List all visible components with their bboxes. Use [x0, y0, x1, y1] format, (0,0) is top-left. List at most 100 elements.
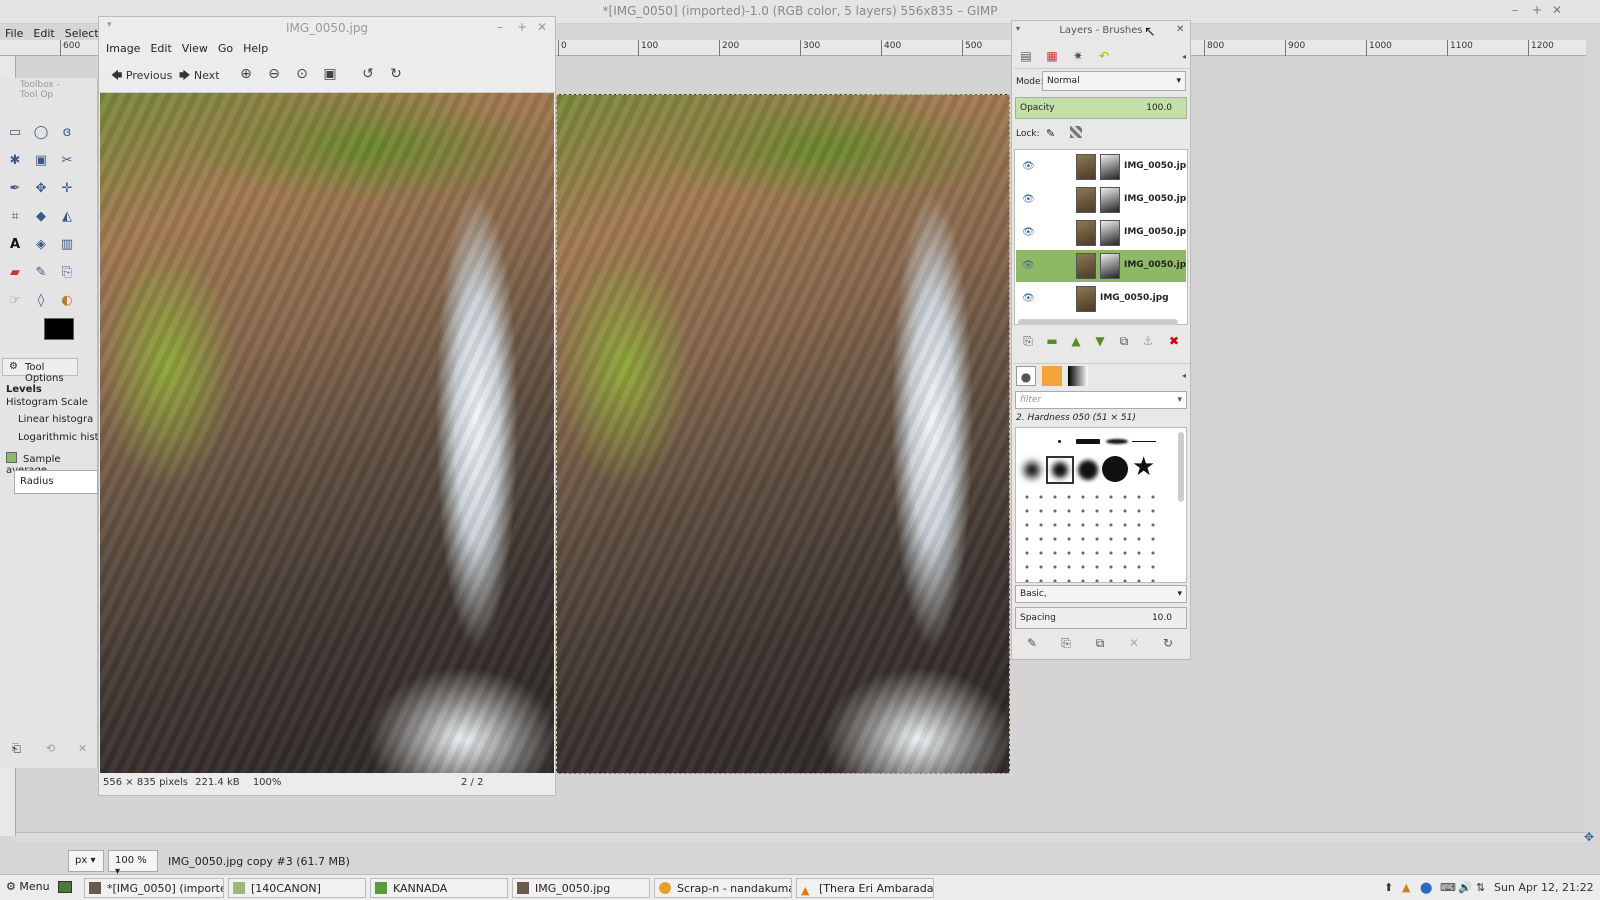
- layer-thumbnail[interactable]: [1076, 187, 1096, 213]
- move-icon[interactable]: ✥: [30, 178, 52, 200]
- tab-menu-icon[interactable]: ◂: [1174, 47, 1194, 67]
- scissors-icon[interactable]: ✂: [56, 150, 78, 172]
- undo-history-tab-icon[interactable]: ↶: [1094, 46, 1114, 66]
- save-options-icon[interactable]: ⎗: [12, 742, 21, 756]
- raise-layer-icon[interactable]: ▲: [1066, 331, 1086, 351]
- canvas-image[interactable]: [556, 94, 1010, 774]
- rotate-icon[interactable]: ◆: [30, 206, 52, 228]
- visibility-eye-icon[interactable]: 👁: [1022, 293, 1035, 304]
- menu-edit[interactable]: Edit: [145, 39, 176, 58]
- menu-go[interactable]: Go: [213, 39, 238, 58]
- terminal-launcher-icon[interactable]: [58, 881, 72, 893]
- new-layer-icon[interactable]: ⎘: [1018, 331, 1038, 351]
- airbrush-icon[interactable]: ✎: [30, 262, 52, 284]
- close-icon[interactable]: ✕: [1552, 3, 1562, 17]
- delete-layer-icon[interactable]: ✖: [1164, 331, 1184, 351]
- brush-item[interactable]: [1076, 439, 1100, 444]
- clock[interactable]: Sun Apr 12, 21:22: [1494, 881, 1594, 894]
- color-select-icon[interactable]: ▣: [30, 150, 52, 172]
- brush-tag-select[interactable]: Basic, ▾: [1015, 585, 1187, 603]
- close-icon[interactable]: ✕: [1176, 24, 1184, 35]
- layer-mask-thumbnail[interactable]: [1100, 154, 1120, 180]
- brush-grid-scrollbar[interactable]: [1178, 432, 1184, 502]
- vlc-tray-icon[interactable]: ▲: [1402, 881, 1410, 894]
- visibility-eye-icon[interactable]: 👁: [1022, 227, 1035, 238]
- duplicate-brush-icon[interactable]: ⧉: [1090, 633, 1110, 653]
- patterns-tab-icon[interactable]: [1042, 366, 1062, 386]
- lower-layer-icon[interactable]: ▼: [1090, 331, 1110, 351]
- maximize-icon[interactable]: +: [1532, 3, 1542, 17]
- new-brush-icon[interactable]: ⎘: [1056, 633, 1076, 653]
- mode-select[interactable]: Normal ▾: [1042, 71, 1186, 91]
- opacity-slider[interactable]: Opacity 100.0: [1015, 97, 1187, 119]
- task-img-viewer[interactable]: IMG_0050.jpg: [512, 878, 650, 898]
- ellipse-select-icon[interactable]: ◯: [30, 122, 52, 144]
- edit-brush-icon[interactable]: ✎: [1022, 633, 1042, 653]
- zoom-normal-icon[interactable]: ⊙: [293, 65, 311, 83]
- menu-image[interactable]: Image: [101, 39, 145, 58]
- text-tool-icon[interactable]: A: [4, 234, 26, 256]
- zoom-out-icon[interactable]: ⊖: [265, 65, 283, 83]
- brush-item[interactable]: [1132, 441, 1156, 442]
- layer-thumbnail[interactable]: [1076, 253, 1096, 279]
- clone-icon[interactable]: ⎘: [56, 262, 78, 284]
- eraser-icon[interactable]: ▰: [4, 262, 26, 284]
- crop-icon[interactable]: ⌗: [4, 206, 26, 228]
- lock-alpha-icon[interactable]: [1070, 126, 1082, 138]
- horizontal-ruler-left[interactable]: 600: [0, 40, 100, 56]
- new-layer-group-icon[interactable]: ▬: [1042, 331, 1062, 351]
- window-menu-icon[interactable]: ▾: [107, 20, 112, 30]
- brush-item[interactable]: [1102, 456, 1128, 482]
- dodge-icon[interactable]: ◐: [56, 290, 78, 312]
- rect-select-icon[interactable]: ▭: [4, 122, 26, 144]
- duplicate-layer-icon[interactable]: ⧉: [1114, 331, 1134, 351]
- keyboard-icon[interactable]: ⌨: [1440, 881, 1456, 894]
- layer-mask-thumbnail[interactable]: [1100, 187, 1120, 213]
- minimize-icon[interactable]: –: [1512, 3, 1518, 17]
- tab-tool-options[interactable]: ⚙ Tool Options: [2, 358, 78, 384]
- brush-item[interactable]: [1058, 440, 1061, 443]
- restore-options-icon[interactable]: ⟲: [46, 742, 55, 755]
- zoom-fit-icon[interactable]: ▣: [321, 65, 339, 83]
- gradients-tab-icon[interactable]: [1068, 366, 1088, 386]
- layer-thumbnail[interactable]: [1076, 220, 1096, 246]
- lock-pixels-icon[interactable]: ✎: [1046, 127, 1055, 140]
- logarithmic-histogram-radio[interactable]: ○Logarithmic hist: [18, 432, 98, 443]
- star-brush-icon[interactable]: ★: [1132, 452, 1155, 482]
- brushes-tab-icon[interactable]: ●: [1016, 366, 1036, 386]
- task-kannada[interactable]: KANNADA: [370, 878, 508, 898]
- brush-item[interactable]: [1106, 439, 1128, 444]
- layer-thumbnail[interactable]: [1076, 154, 1096, 180]
- layer-row[interactable]: 👁 IMG_0050.jpg co: [1016, 151, 1186, 183]
- brush-filter-input[interactable]: filter ▾: [1015, 391, 1187, 409]
- volume-icon[interactable]: 🔊: [1458, 881, 1472, 894]
- layer-row[interactable]: 👁 IMG_0050.jpg co: [1016, 217, 1186, 249]
- horizontal-scrollbar[interactable]: [16, 832, 1586, 842]
- paths-icon[interactable]: ✒: [4, 178, 26, 200]
- close-icon[interactable]: ✕: [537, 20, 547, 34]
- zoom-in-icon[interactable]: ⊕: [237, 65, 255, 83]
- dock-menu-icon[interactable]: ▾: [1016, 24, 1020, 33]
- delete-options-icon[interactable]: ✕: [78, 742, 87, 755]
- rotate-left-icon[interactable]: ↺: [359, 65, 377, 83]
- brush-grid[interactable]: ★: [1015, 427, 1187, 583]
- rotate-right-icon[interactable]: ↻: [387, 65, 405, 83]
- radius-field[interactable]: Radius: [14, 470, 98, 494]
- blur-icon[interactable]: ◊: [30, 290, 52, 312]
- refresh-brushes-icon[interactable]: ↻: [1158, 633, 1178, 653]
- unit-select[interactable]: px ▾: [68, 850, 104, 872]
- visibility-eye-icon[interactable]: 👁: [1022, 194, 1035, 205]
- channels-tab-icon[interactable]: ▦: [1042, 46, 1062, 66]
- tab-menu-icon[interactable]: ◂: [1174, 366, 1194, 386]
- bucket-fill-icon[interactable]: ◈: [30, 234, 52, 256]
- brush-item[interactable]: [1078, 460, 1098, 480]
- texture-brushes[interactable]: [1020, 490, 1160, 582]
- menu-help[interactable]: Help: [238, 39, 273, 58]
- minimize-icon[interactable]: –: [497, 20, 503, 34]
- brush-item[interactable]: [1052, 462, 1068, 478]
- layer-row[interactable]: 👁 IMG_0050.jpg: [1016, 283, 1186, 315]
- fuzzy-select-icon[interactable]: ✱: [4, 150, 26, 172]
- task-140canon[interactable]: [140CANON]: [228, 878, 366, 898]
- align-icon[interactable]: ✛: [56, 178, 78, 200]
- perspective-icon[interactable]: ◭: [56, 206, 78, 228]
